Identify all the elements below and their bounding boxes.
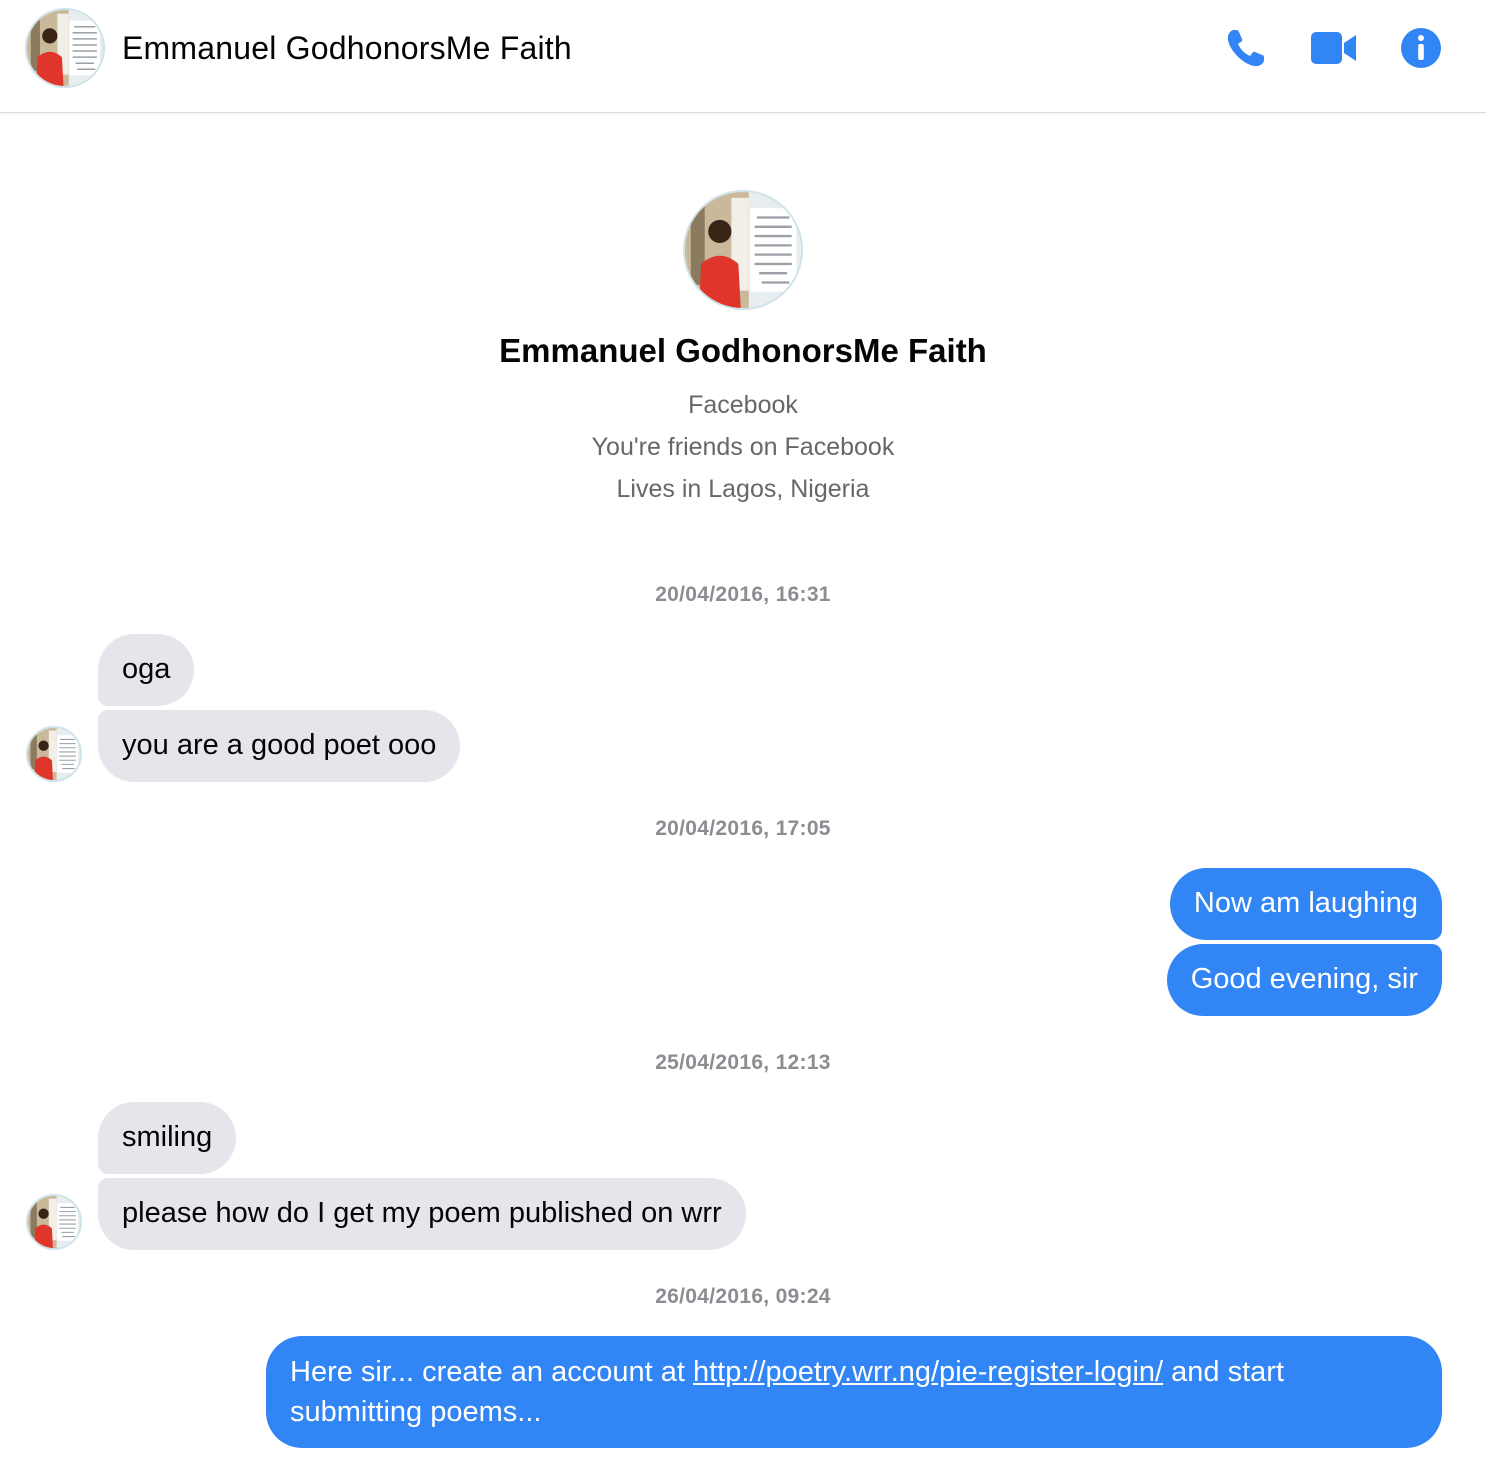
incoming-message[interactable]: you are a good poet ooo	[98, 710, 461, 782]
profile-name: Emmanuel GodhonorsMe Faith	[499, 332, 987, 369]
phone-icon	[1227, 30, 1264, 67]
incoming-message[interactable]: smiling	[98, 1102, 237, 1174]
profile-friendship: You're friends on Facebook	[591, 433, 895, 461]
outgoing-message[interactable]: Now am laughing	[1169, 868, 1442, 940]
profile-location: Lives in Lagos, Nigeria	[616, 475, 870, 503]
video-call-button[interactable]	[1310, 24, 1358, 72]
incoming-message[interactable]: oga	[98, 634, 195, 706]
message-text: and start	[1163, 1356, 1285, 1388]
message-timestamp: 25/04/2016, 12:13	[655, 1051, 831, 1074]
avatar-image	[28, 728, 80, 780]
message-timestamp: 26/04/2016, 09:24	[655, 1285, 831, 1308]
incoming-message[interactable]: please how do I get my poem published on…	[98, 1178, 746, 1250]
video-camera-icon	[1311, 32, 1356, 64]
outgoing-message[interactable]: Here sir... create an account at http://…	[266, 1336, 1442, 1448]
voice-call-button[interactable]	[1222, 24, 1270, 72]
avatar-image	[28, 1196, 80, 1248]
registration-link[interactable]: http://poetry.wrr.ng/pie-register-login/	[693, 1356, 1163, 1388]
message-timestamp: 20/04/2016, 16:31	[655, 583, 831, 606]
message-text: Here sir... create an account at	[290, 1356, 693, 1388]
avatar-image	[27, 10, 103, 86]
conversation-header: Emmanuel GodhonorsMe Faith	[0, 0, 1486, 113]
contact-name[interactable]: Emmanuel GodhonorsMe Faith	[122, 30, 572, 67]
message-text: submitting poems...	[290, 1396, 542, 1428]
conversation-info-button[interactable]	[1397, 24, 1445, 72]
info-icon	[1401, 28, 1441, 68]
contact-avatar[interactable]	[25, 8, 105, 88]
message-timestamp: 20/04/2016, 17:05	[655, 817, 831, 840]
profile-summary: Emmanuel GodhonorsMe Faith Facebook You'…	[0, 190, 1486, 510]
sender-avatar[interactable]	[26, 1194, 82, 1250]
sender-avatar[interactable]	[26, 726, 82, 782]
outgoing-message[interactable]: Good evening, sir	[1166, 944, 1442, 1016]
profile-platform: Facebook	[688, 391, 798, 419]
avatar-image	[685, 192, 801, 308]
profile-avatar[interactable]	[683, 190, 803, 310]
